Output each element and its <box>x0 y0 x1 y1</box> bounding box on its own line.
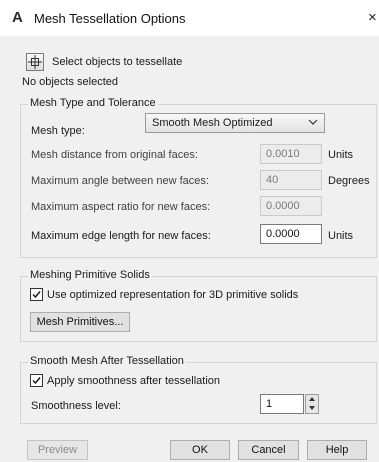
select-objects-label: Select objects to tessellate <box>52 56 183 68</box>
cancel-button[interactable]: Cancel <box>238 440 299 460</box>
apply-smoothness-label: Apply smoothness after tessellation <box>47 375 221 387</box>
chevron-down-icon <box>308 117 318 132</box>
select-objects-button[interactable] <box>26 53 44 71</box>
mesh-primitives-button[interactable]: Mesh Primitives... <box>30 312 130 332</box>
smoothness-level-field[interactable]: 1 <box>260 394 304 414</box>
angle-unit: Degrees <box>328 175 370 187</box>
close-icon[interactable]: × <box>368 9 379 26</box>
mesh-type-tolerance-legend: Mesh Type and Tolerance <box>28 97 158 109</box>
aspect-ratio-label: Maximum aspect ratio for new faces: <box>31 201 211 213</box>
checkmark-icon <box>32 291 41 299</box>
smooth-mesh-legend: Smooth Mesh After Tessellation <box>28 355 186 367</box>
smooth-mesh-group <box>20 362 377 424</box>
mesh-type-label: Mesh type: <box>31 125 85 137</box>
optimized-representation-label: Use optimized representation for 3D prim… <box>47 289 299 301</box>
autocad-logo-icon: A <box>12 9 23 26</box>
spin-down-icon[interactable] <box>306 404 318 413</box>
select-objects-icon <box>28 55 42 69</box>
distance-label: Mesh distance from original faces: <box>31 149 198 161</box>
edge-length-label: Maximum edge length for new faces: <box>31 230 211 242</box>
edge-length-unit: Units <box>328 230 354 242</box>
angle-label: Maximum angle between new faces: <box>31 175 209 187</box>
selection-status: No objects selected <box>22 76 118 88</box>
optimized-representation-checkbox[interactable] <box>30 288 43 301</box>
primitive-solids-legend: Meshing Primitive Solids <box>28 269 152 281</box>
edge-length-field[interactable]: 0.0000 <box>260 224 322 244</box>
aspect-ratio-field[interactable]: 0.0000 <box>260 196 322 216</box>
primitive-solids-group <box>20 276 377 342</box>
mesh-type-value: Smooth Mesh Optimized <box>152 117 273 129</box>
help-button[interactable]: Help <box>307 440 367 460</box>
preview-button[interactable]: Preview <box>27 440 88 460</box>
smoothness-level-label: Smoothness level: <box>31 400 121 412</box>
apply-smoothness-checkbox[interactable] <box>30 374 43 387</box>
window-title: Mesh Tessellation Options <box>34 11 186 26</box>
spin-up-icon[interactable] <box>306 395 318 404</box>
mesh-type-dropdown[interactable]: Smooth Mesh Optimized <box>145 113 325 133</box>
smoothness-level-spinner[interactable] <box>305 394 319 414</box>
ok-button[interactable]: OK <box>170 440 230 460</box>
distance-unit: Units <box>328 149 354 161</box>
distance-field[interactable]: 0.0010 <box>260 144 322 164</box>
checkmark-icon <box>32 377 41 385</box>
angle-field[interactable]: 40 <box>260 170 322 190</box>
